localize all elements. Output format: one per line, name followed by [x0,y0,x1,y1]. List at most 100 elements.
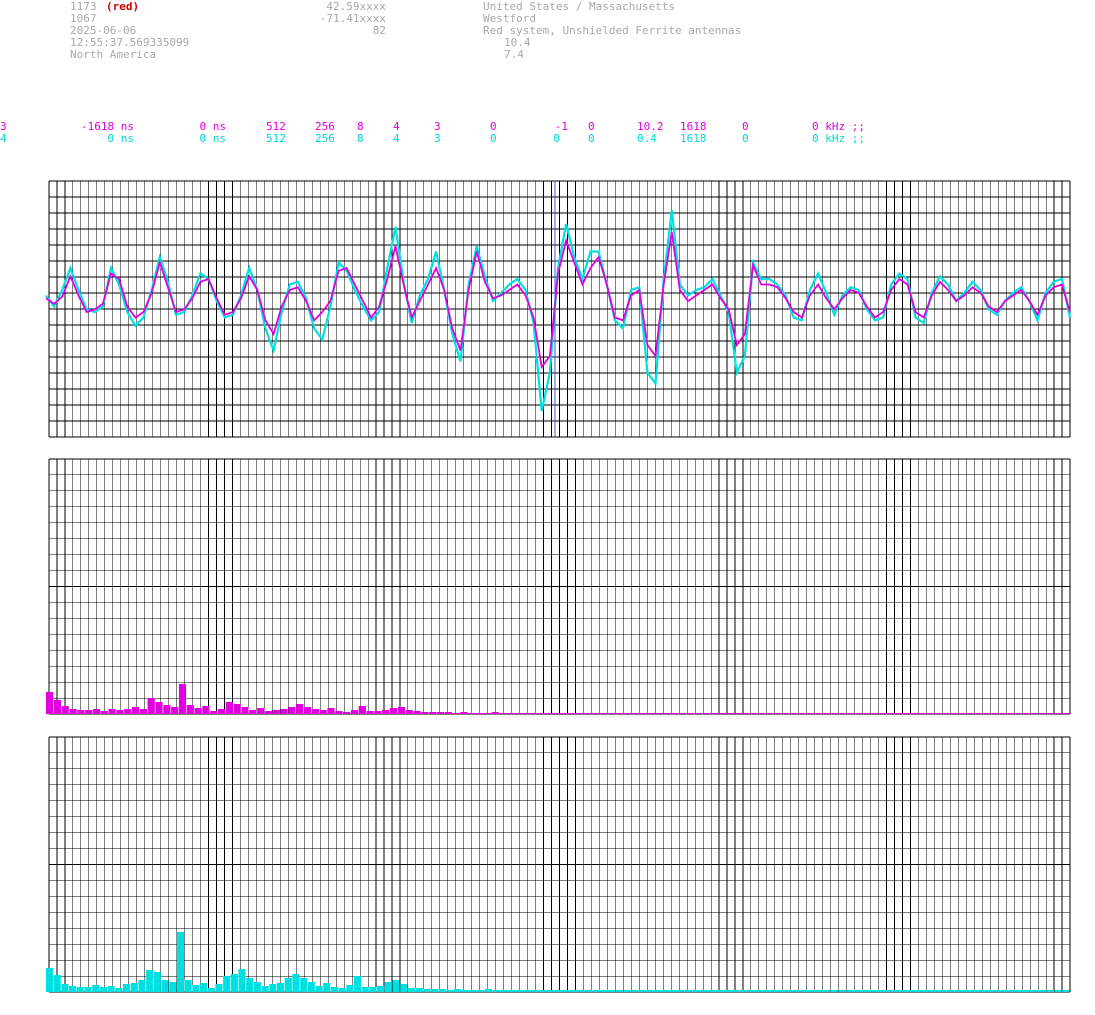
spectrum-bar-ch3 [210,711,218,714]
spectrum-bar-ch3 [522,713,530,714]
spectrum-bar-ch3 [264,711,273,714]
spectrum-bar-ch3 [218,709,226,714]
spectrum-bar-ch4 [438,989,446,992]
spectrum-bar-ch4 [615,990,623,992]
spectrum-ch4-panel [46,736,1071,993]
spectrum-bar-ch3 [882,713,890,714]
spectrum-bar-ch3 [515,713,523,714]
spectrum-bar-ch4 [515,990,523,992]
spectrum-bar-ch3 [968,713,976,714]
spectrum-bar-ch4 [176,932,184,992]
grid [48,180,1071,438]
ch3-waveform [45,232,1071,370]
spectrum-bar-ch4 [785,990,793,992]
spectrum-bar-ch4 [708,990,716,992]
spectrum-bar-ch4 [207,988,215,992]
spectrum-bar-ch3 [304,707,312,714]
spectrum-bar-ch4 [916,990,924,992]
grid [48,458,1071,715]
spectrum-bar-ch4 [700,990,708,992]
spectrum-bar-ch4 [738,990,746,992]
spectrum-bar-ch3 [436,712,444,714]
spectrum-bar-ch3 [100,711,108,714]
spectrum-bar-ch4 [1062,990,1070,992]
spectrum-bar-ch4 [508,990,516,992]
spectrum-bar-ch4 [123,984,131,992]
spectrum-bar-ch4 [523,990,531,992]
spectrum-bar-ch4 [461,990,469,992]
spectrum-bar-ch3 [929,713,937,714]
spectrum-bar-ch3 [1054,713,1062,714]
spectrum-bar-ch4 [400,984,408,992]
spectrum-bar-ch3 [155,702,163,714]
spectrum-bar-ch4 [531,990,539,992]
spectrum-bar-ch3 [358,706,366,714]
spectrum-bar-ch4 [669,990,677,992]
spectrum-bar-ch3 [632,713,640,714]
spectrum-bar-ch4 [423,989,431,992]
spectrum-bar-ch3 [389,708,398,714]
spectrum-bar-ch3 [124,709,132,714]
spectrum-bar-ch4 [230,974,238,992]
spectrum-bar-ch4 [623,990,631,992]
spectrum-bar-ch4 [246,978,254,992]
spectrum-bar-ch3 [663,713,671,714]
spectrum-bar-ch3 [671,713,679,714]
spectrum-bar-ch4 [1046,990,1054,992]
waveform-panel [45,180,1072,438]
spectrum-bar-ch3 [311,709,319,714]
spectrum-bar-ch3 [812,713,820,714]
spectrum-bar-ch3 [804,713,812,714]
spectrum-bar-ch4 [546,990,554,992]
spectrum-bar-ch4 [138,980,146,992]
spectrum-bar-ch3 [69,709,77,714]
spectrum-bar-ch4 [253,982,261,992]
spectrum-bar-ch4 [538,990,546,992]
spectrum-bar-ch3 [655,713,663,714]
spectrum-bar-ch4 [946,990,954,992]
spectrum-bar-ch3 [280,709,288,714]
spectrum-bar-ch4 [484,989,492,992]
spectrum-bar-ch4 [731,990,739,992]
spectrum-bar-ch4 [777,990,785,992]
spectrum-bar-ch4 [993,990,1001,992]
spectrum-bar-ch3 [819,713,828,714]
spectrum-bar-ch3 [397,707,405,714]
spectrum-bar-ch4 [69,986,77,992]
spectrum-bar-ch4 [1016,990,1024,992]
spectrum-bar-ch3 [225,702,233,714]
spectrum-bar-ch3 [257,708,265,714]
spectrum-bar-ch4 [392,980,400,992]
spectrum-bar-ch4 [877,990,885,992]
spectrum-bar-ch4 [431,989,439,992]
spectrum-bar-ch4 [854,990,862,992]
spectrum-bar-ch4 [862,990,870,992]
spectrum-bar-ch3 [858,713,867,714]
spectrum-bar-ch3 [77,710,85,714]
spectrum-bar-ch4 [369,987,377,992]
spectrum-bar-ch3 [546,713,554,714]
spectrum-bar-ch3 [444,712,452,714]
spectrum-bar-ch4 [223,976,231,992]
spectrum-bar-ch4 [184,980,192,992]
spectrum-bar-ch3 [874,713,882,714]
spectrum-bar-ch4 [377,986,385,992]
spectrum-bar-ch4 [1023,990,1031,992]
spectrum-bar-ch3 [499,713,507,714]
spectrum-bar-ch4 [592,990,600,992]
spectrum-bar-ch3 [624,713,632,714]
spectrum-bar-ch4 [161,980,169,992]
spectrum-bar-ch3 [46,692,54,714]
spectrum-bar-ch4 [1000,990,1008,992]
spectrum-bar-ch3 [905,713,913,714]
spectrum-bar-ch3 [327,708,335,714]
spectrum-bar-ch4 [292,974,300,992]
spectrum-bar-ch3 [374,711,382,714]
spectrum-bar-ch4 [792,990,800,992]
spectrum-bar-ch3 [507,713,515,714]
spectrum-bar-ch3 [491,712,499,714]
spectrum-bar-ch4 [346,985,354,992]
spectrum-bar-ch4 [900,990,908,992]
spectrum-bar-ch3 [741,713,749,714]
spectrum-bar-ch3 [991,713,999,714]
